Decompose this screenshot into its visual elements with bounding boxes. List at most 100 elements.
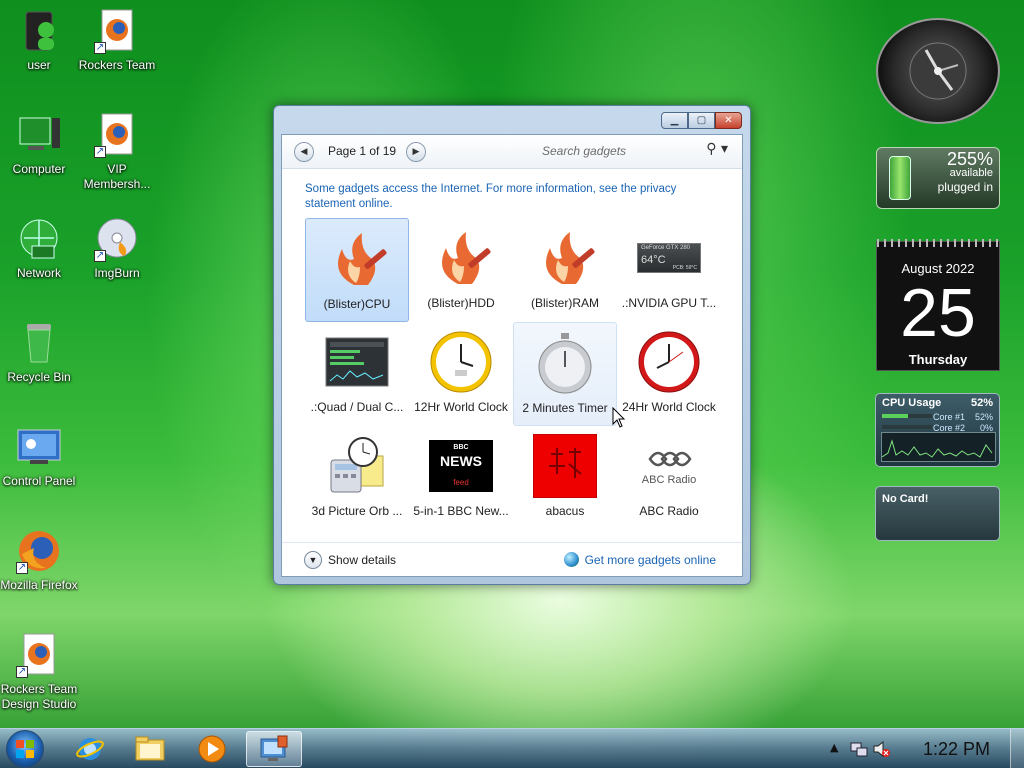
cpu-usage-gadget[interactable]: CPU Usage 52% Core #1 52% Core #2 0% — [875, 393, 1000, 467]
gadget-label: .:Quad / Dual C... — [310, 400, 404, 414]
show-details-button[interactable]: ▼ Show details — [304, 551, 396, 569]
gadget-tile-abacus[interactable]: abacus — [513, 426, 617, 530]
gadget-tile-12hr-world-clock[interactable]: 12Hr World Clock — [409, 322, 513, 426]
taskbar-gadgets-button[interactable] — [246, 731, 302, 767]
network-status-icon[interactable] — [850, 741, 868, 757]
desktop-icon-user[interactable]: user — [0, 8, 78, 73]
show-hidden-icons-button[interactable]: ▲ — [830, 741, 838, 754]
minimize-button[interactable]: ▁ — [661, 112, 688, 129]
desktop-icon-rockers-team-design-studio[interactable]: ↗ Rockers Team Design Studio — [0, 632, 78, 712]
gadget-tile-2-minutes-timer[interactable]: 2 Minutes Timer — [513, 322, 617, 426]
previous-page-button[interactable]: ◀ — [294, 142, 314, 162]
firefox-document-icon: ↗ — [16, 632, 62, 678]
internet-explorer-icon — [76, 738, 104, 760]
gallery-toolbar: ◀ Page 1 of 19 ▶ Search gadgets ⚲ ▾ — [282, 135, 742, 169]
core1-label: Core #1 — [932, 412, 965, 422]
gadget-tile-blister-ram[interactable]: (Blister)RAM — [513, 218, 617, 322]
desktop-icon-control-panel[interactable]: Control Panel — [0, 424, 78, 489]
gadget-label: (Blister)HDD — [427, 296, 495, 310]
show-desktop-button[interactable] — [1010, 729, 1024, 768]
battery-status: plugged in — [937, 180, 993, 194]
cpu-usage-title: CPU Usage — [882, 397, 942, 409]
taskbar-internet-explorer-button[interactable] — [62, 731, 118, 767]
get-more-gadgets-label: Get more gadgets online — [584, 552, 716, 567]
desktop-icon-imgburn[interactable]: ↗ ImgBurn — [78, 216, 156, 281]
bbc-brand-text: BBC — [453, 444, 469, 451]
calendar-month: August 2022 — [901, 261, 975, 276]
world-clock-icon — [426, 330, 496, 394]
bbc-news-thumbnail: BBC NEWS feed — [426, 434, 496, 498]
calendar-day: 25 — [900, 275, 976, 351]
taskbar-clock[interactable]: 1:22 PM — [923, 739, 990, 760]
gadget-tile-bbc-news[interactable]: BBC NEWS feed 5-in-1 BBC New... — [409, 426, 513, 530]
get-more-gadgets-link[interactable]: Get more gadgets online — [563, 552, 716, 567]
calendar-gadget[interactable]: August 2022 25 Thursday — [876, 239, 1000, 371]
taskbar-explorer-button[interactable] — [122, 731, 178, 767]
gpu-monitor-gadget[interactable]: No Card! — [875, 486, 1000, 541]
core2-bar — [882, 425, 932, 429]
shortcut-arrow-icon: ↗ — [16, 666, 28, 678]
start-button[interactable] — [6, 730, 44, 768]
desktop-icon-label: VIP Membersh... — [83, 162, 151, 191]
gadget-gallery-window: ▁ ▢ ✕ ◀ Page 1 of 19 ▶ Search gadgets ⚲ … — [273, 105, 751, 585]
maximize-button[interactable]: ▢ — [688, 112, 715, 129]
desktop-icon-vip-membership[interactable]: ↗ VIP Membersh... — [78, 112, 156, 192]
recycle-bin-icon — [16, 320, 62, 366]
desktop-icon-label: ImgBurn — [94, 266, 140, 280]
gadget-label: 3d Picture Orb ... — [311, 504, 403, 518]
abacus-icon — [530, 434, 600, 498]
desktop-icon-label: Mozilla Firefox — [0, 578, 78, 592]
gadget-label: ABC Radio — [639, 504, 699, 518]
gadget-label: 12Hr World Clock — [414, 400, 508, 414]
core1-bar — [882, 414, 932, 418]
calendar-rings — [877, 239, 999, 247]
desktop-icon-mozilla-firefox[interactable]: ↗ Mozilla Firefox — [0, 528, 78, 593]
desktop-icon-recycle-bin[interactable]: Recycle Bin — [0, 320, 78, 385]
system-tray: ▲ 1:22 PM — [824, 729, 1024, 768]
gadget-tile-abc-radio[interactable]: ABC Radio ABC Radio — [617, 426, 721, 530]
close-button[interactable]: ✕ — [715, 112, 742, 129]
chevron-down-icon: ▼ — [304, 551, 322, 569]
desktop-icon-computer[interactable]: Computer — [0, 112, 78, 177]
gadget-tile-blister-hdd[interactable]: (Blister)HDD — [409, 218, 513, 322]
gadget-label: (Blister)RAM — [531, 296, 599, 310]
internet-info-link[interactable]: Some gadgets access the Internet. For mo… — [305, 182, 715, 212]
gadget-tile-24hr-world-clock[interactable]: 24Hr World Clock — [617, 322, 721, 426]
abc-radio-logo: ABC Radio — [634, 434, 704, 498]
folder-icon — [135, 736, 165, 761]
gadget-tile-quad-dual-core[interactable]: .:Quad / Dual C... — [305, 322, 409, 426]
disc-icon: ↗ — [94, 216, 140, 262]
firefox-icon: ↗ — [16, 528, 62, 574]
page-indicator: Page 1 of 19 — [328, 144, 397, 158]
cpu-history-graph — [881, 432, 996, 462]
user-folder-icon — [16, 8, 62, 54]
gadget-tile-blister-cpu[interactable]: (Blister)CPU — [305, 218, 409, 322]
gadget-label: 5-in-1 BBC New... — [413, 504, 509, 518]
windows-logo-icon — [16, 740, 34, 758]
gadget-label: 24Hr World Clock — [622, 400, 716, 414]
red-clock-icon — [634, 330, 704, 394]
gadget-label: abacus — [545, 504, 585, 518]
search-icon[interactable]: ⚲ ▾ — [706, 141, 728, 157]
next-page-button[interactable]: ▶ — [406, 142, 426, 162]
bbc-news-text: NEWS — [440, 453, 482, 469]
desktop-icon-rockers-team[interactable]: ↗ Rockers Team — [78, 8, 156, 73]
sidebar-clock-gadget[interactable] — [876, 18, 1000, 124]
desktop-icon-label: Recycle Bin — [7, 370, 71, 384]
desktop-icon-label: user — [27, 58, 51, 72]
blister-flame-icon — [426, 226, 496, 290]
nvidia-gpu-thumbnail: GeForce GTX 280 64°C PCB: 59°C — [634, 226, 704, 290]
computer-icon — [16, 112, 62, 158]
volume-muted-icon[interactable] — [872, 740, 890, 758]
gadget-tile-nvidia-gpu[interactable]: GeForce GTX 280 64°C PCB: 59°C .:NVIDIA … — [617, 218, 721, 322]
desktop-icon-network[interactable]: Network — [0, 216, 78, 281]
gadget-label: .:NVIDIA GPU T... — [621, 296, 717, 310]
search-gadgets-input[interactable]: Search gadgets — [542, 144, 626, 158]
gadget-tile-3d-picture-orb[interactable]: 3d Picture Orb ... — [305, 426, 409, 530]
control-panel-icon — [16, 424, 62, 470]
calendar-weekday: Thursday — [908, 352, 968, 367]
shortcut-arrow-icon: ↗ — [94, 146, 106, 158]
taskbar-media-player-button[interactable] — [184, 731, 240, 767]
blister-flame-icon — [530, 226, 600, 290]
battery-gadget[interactable]: 255% available plugged in — [876, 147, 1000, 209]
